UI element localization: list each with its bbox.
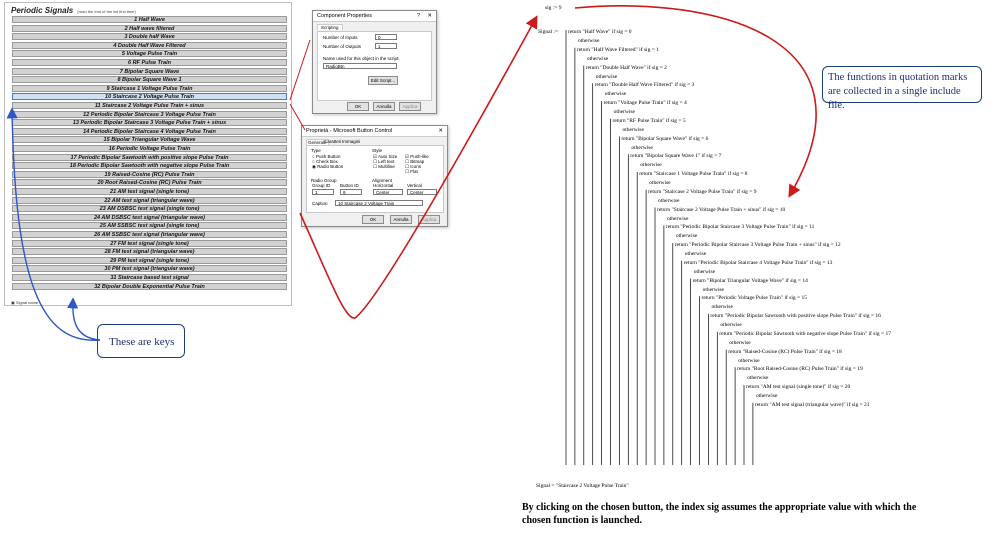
explanation-caption: By clicking on the chosen button, the in… (522, 502, 917, 526)
keys-callout: These are keys (97, 324, 185, 358)
include-file-callout: The functions in quotation marks are col… (822, 66, 982, 111)
